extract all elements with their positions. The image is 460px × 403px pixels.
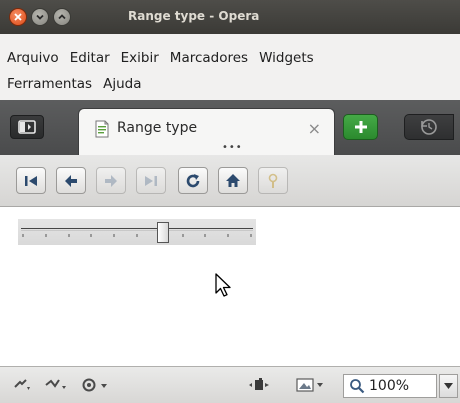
slider-thumb[interactable] [157,222,170,243]
home-icon [226,173,240,187]
opera-unite-icon [82,378,107,392]
speed-dial-button[interactable] [12,376,34,394]
tab-bar: Range type × ••• [0,100,460,155]
magnifier-icon [350,379,365,394]
menu-marcadores[interactable]: Marcadores [167,50,251,66]
menu-arquivo[interactable]: Arquivo [4,50,62,66]
forward-button[interactable] [96,167,126,194]
mouse-cursor-icon [215,273,231,297]
turbo-button[interactable] [248,376,272,394]
home-button[interactable] [218,167,248,194]
turbo-icon [249,378,269,390]
status-bar: 100% [0,366,460,403]
wand-button[interactable] [258,167,288,194]
window-maximize-button[interactable] [53,8,71,26]
chevron-down-icon [36,14,44,20]
tab-title: Range type [117,120,198,136]
opera-unite-button[interactable] [82,376,112,394]
fast-forward-icon [145,175,157,186]
reload-button[interactable] [178,167,208,194]
menu-bar: Arquivo Editar Exibir Marcadores Widgets… [0,34,460,100]
rewind-button[interactable] [16,167,46,194]
slider-track [21,228,253,231]
chevron-up-icon [58,14,66,20]
window-close-button[interactable] [9,8,27,26]
close-icon [14,13,22,21]
back-icon [65,174,77,187]
page-icon [95,120,109,138]
range-slider[interactable] [18,219,256,245]
menu-ferramentas[interactable]: Ferramentas [4,76,95,92]
tab-close-icon[interactable]: × [308,119,321,138]
menu-exibir[interactable]: Exibir [118,50,162,66]
zoom-field[interactable]: 100% [343,374,437,398]
window-title: Range type - Opera [128,9,260,23]
tab-range-type[interactable]: Range type × ••• [78,108,335,155]
speed-dial-icon [14,379,30,390]
image-mode-icon [296,378,323,392]
rewind-icon [25,175,37,186]
menu-ajuda[interactable]: Ajuda [100,76,144,92]
menu-widgets[interactable]: Widgets [256,50,317,66]
undo-icon [421,119,437,135]
image-mode-button[interactable] [296,376,328,394]
tab-progress-dots: ••• [222,142,243,153]
chevron-down-icon [444,383,453,389]
network-icon [45,379,66,389]
plus-icon [354,121,367,133]
slider-ticks [22,234,252,237]
fast-forward-button[interactable] [136,167,166,194]
title-bar: Range type - Opera [0,0,460,34]
page-content [0,208,460,366]
new-tab-button[interactable] [343,114,378,140]
forward-icon [105,174,117,187]
zoom-level: 100% [369,378,410,394]
panel-toggle-button[interactable] [10,115,44,139]
navigation-toolbar [0,155,460,207]
wand-icon [268,173,278,188]
window-minimize-button[interactable] [31,8,49,26]
back-button[interactable] [56,167,86,194]
menu-row-2: Ferramentas Ajuda [4,76,149,92]
menu-editar[interactable]: Editar [67,50,113,66]
zoom-dropdown-button[interactable] [439,374,458,398]
reload-icon [186,173,200,187]
panel-icon [18,120,36,134]
network-button[interactable] [44,376,70,394]
menu-row-1: Arquivo Editar Exibir Marcadores Widgets [4,50,322,66]
closed-tabs-button[interactable] [404,114,454,140]
